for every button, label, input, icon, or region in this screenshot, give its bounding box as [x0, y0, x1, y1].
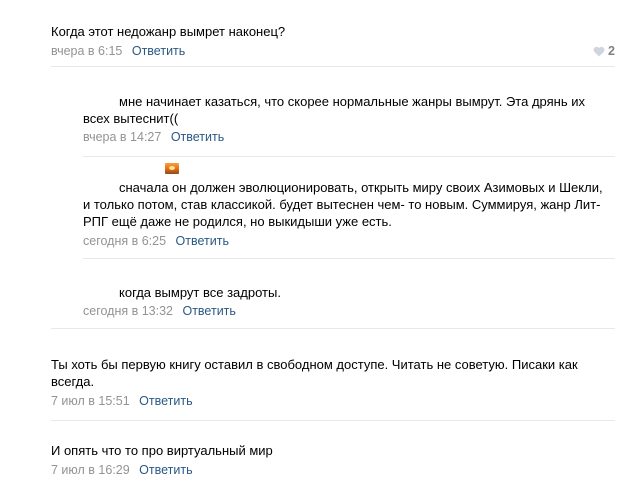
comment-meta: вчера в 14:27 Ответить	[83, 129, 611, 145]
comment-time[interactable]: 7 июл в 16:29	[51, 463, 130, 477]
comment-time[interactable]: сегодня в 6:25	[83, 234, 166, 248]
heart-icon	[593, 46, 605, 57]
comment-text: Ты хоть бы первую книгу оставил в свобод…	[51, 357, 578, 389]
reply-comment: когда вымрут все задроты. сегодня в 13:3…	[83, 284, 611, 319]
reply-link[interactable]: Ответить	[132, 44, 185, 58]
reply-comment: мне начинает казаться, что скорее нормал…	[83, 93, 611, 145]
like-count: 2	[608, 44, 615, 58]
comment-time[interactable]: вчера в 14:27	[83, 130, 161, 144]
reply-comment: сначала он должен эволюционировать, откр…	[83, 179, 611, 249]
divider	[83, 258, 615, 259]
comment-text: Когда этот недожанр вымрет наконец?	[51, 24, 286, 39]
comment-time[interactable]: вчера в 6:15	[51, 44, 122, 58]
comment: Ты хоть бы первую книгу оставил в свобод…	[51, 356, 596, 409]
divider	[83, 156, 615, 157]
divider	[51, 420, 615, 421]
reply-link[interactable]: Ответить	[171, 130, 224, 144]
reply-link[interactable]: Ответить	[139, 463, 192, 477]
comment-meta: вчера в 6:15 Ответить	[51, 43, 611, 59]
comment-meta: 7 июл в 15:51 Ответить	[51, 393, 596, 409]
reply-link[interactable]: Ответить	[182, 304, 235, 318]
comment-text: когда вымрут все задроты.	[119, 285, 281, 300]
comment-time[interactable]: сегодня в 13:32	[83, 304, 173, 318]
comment-text: И опять что то про виртуальный мир	[51, 443, 273, 458]
comment-text: сначала он должен эволюционировать, откр…	[83, 180, 603, 229]
divider	[51, 328, 615, 329]
comment-meta: сегодня в 6:25 Ответить	[83, 233, 611, 249]
comment-meta: 7 июл в 16:29 Ответить	[51, 462, 611, 478]
reply-link[interactable]: Ответить	[176, 234, 229, 248]
reply-link[interactable]: Ответить	[139, 394, 192, 408]
comment-meta: сегодня в 13:32 Ответить	[83, 303, 611, 319]
comment: Когда этот недожанр вымрет наконец? вчер…	[51, 23, 611, 59]
comment: И опять что то про виртуальный мир 7 июл…	[51, 442, 611, 478]
comment-time[interactable]: 7 июл в 15:51	[51, 394, 130, 408]
like-button[interactable]: 2	[593, 44, 615, 58]
divider	[51, 66, 615, 67]
sunset-emoji-icon	[165, 163, 179, 174]
comment-text: мне начинает казаться, что скорее нормал…	[83, 94, 585, 126]
